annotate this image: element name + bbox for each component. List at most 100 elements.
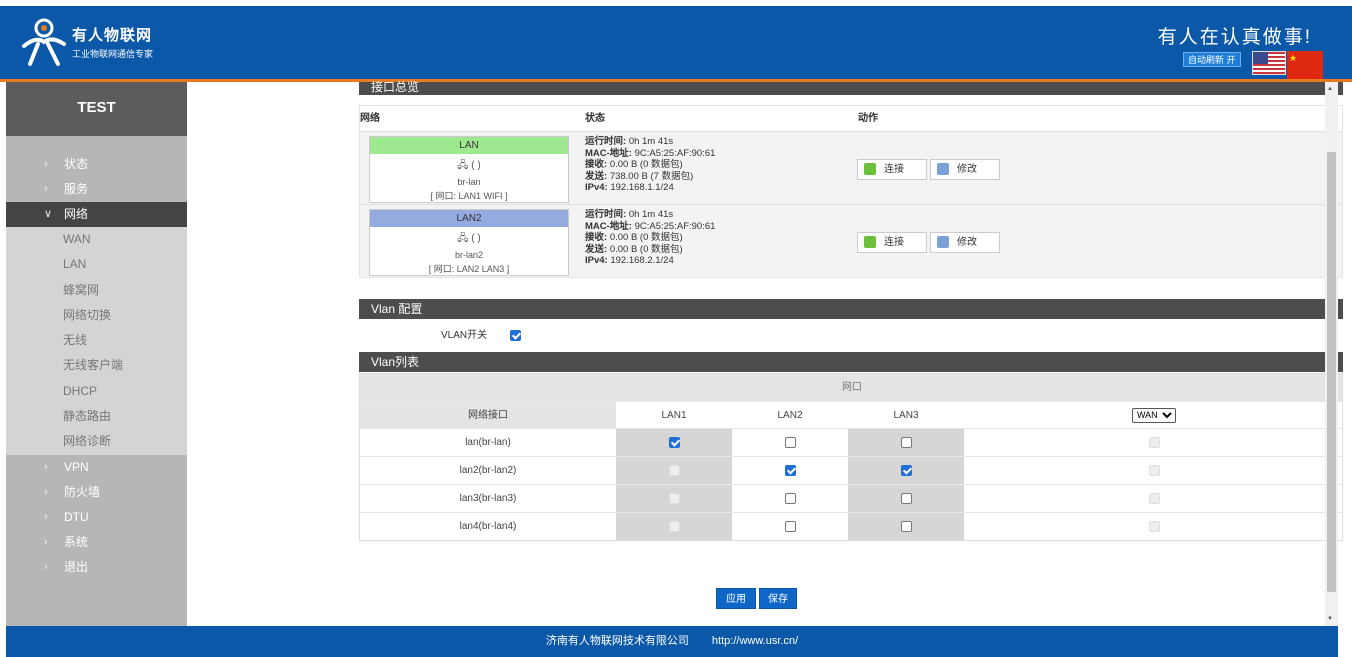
rx-value: 0.00 B (0 数据包) (609, 159, 683, 170)
sidebar-subitem-wireless-client[interactable]: 无线客户端 (6, 353, 187, 378)
interface-table-header: 网络 状态 动作 (360, 106, 1342, 131)
sidebar-item-logout[interactable]: › 退出 (6, 555, 187, 580)
vlan-port-checkbox[interactable] (900, 464, 912, 476)
vlan-port-cell (848, 485, 964, 512)
vertical-scrollbar[interactable]: ▲ ▼ (1325, 82, 1338, 626)
ipv4-value: 192.168.1.1/24 (610, 182, 674, 193)
vlan-port-checkbox[interactable] (900, 492, 912, 504)
sidebar: TEST › 状态 › 服务 ∨ 网络 WAN LAN 蜂窝网 网络切换 无线 无线客… (6, 82, 187, 626)
rx-label: 接收: (585, 232, 608, 243)
vlan-port-cell (616, 485, 732, 512)
port-icons: ( ) (471, 160, 481, 171)
sidebar-item-firewall[interactable]: › 防火墙 (6, 480, 187, 505)
sidebar-item-label: 状态 (64, 157, 89, 171)
vlan-port-checkbox[interactable] (900, 436, 912, 448)
vlan-port-checkbox[interactable] (784, 492, 796, 504)
scroll-up-icon[interactable]: ▲ (1327, 86, 1333, 92)
interface-ports: [ 网口: LAN1 WIFI ] (430, 191, 508, 201)
vlan-table-row: lan3(br-lan3) (360, 484, 1342, 512)
tx-label: 发送: (585, 170, 608, 182)
sidebar-subitem-net-switch[interactable]: 网络切换 (6, 303, 187, 328)
vlan-table-group-header: 网口 (360, 374, 1342, 401)
vlan-table-row: lan4(br-lan4) (360, 512, 1342, 540)
vlan-port-cell (964, 513, 1344, 540)
edit-button[interactable]: 修改 (930, 159, 1000, 180)
tx-value: 0.00 B (0 数据包) (609, 243, 683, 255)
rx-value: 0.00 B (0 数据包) (609, 232, 683, 243)
col-network: 网络 (360, 113, 380, 124)
sidebar-item-vpn[interactable]: › VPN (6, 455, 187, 480)
col-lan3: LAN3 (893, 410, 919, 421)
vlan-table: 网口 网络接口 LAN1 LAN2 LAN3 WAN lan(br-lan) la… (359, 373, 1343, 541)
vlan-iface-name: lan3(br-lan3) (459, 493, 517, 504)
mac-label: MAC-地址: (585, 147, 632, 159)
sidebar-subitem-lan[interactable]: LAN (6, 252, 187, 277)
tx-label: 发送: (585, 243, 608, 255)
sidebar-item-label: 退出 (64, 559, 89, 574)
scroll-down-icon[interactable]: ▼ (1327, 616, 1333, 622)
col-status: 状态 (585, 113, 605, 124)
english-flag-icon[interactable] (1252, 51, 1286, 75)
vlan-port-cell (616, 429, 732, 456)
vlan-port-cell (964, 485, 1344, 512)
uptime-value: 0h 1m 41s (628, 209, 674, 220)
sidebar-item-services[interactable]: › 服务 (6, 177, 187, 202)
vlan-port-checkbox[interactable] (784, 436, 796, 448)
connect-button[interactable]: 连接 (857, 159, 927, 180)
save-button[interactable]: 保存 (759, 588, 797, 609)
interface-name: LAN (370, 137, 568, 154)
vlan-port-checkbox (668, 520, 680, 532)
chevron-right-icon: › (44, 510, 48, 523)
interface-row-lan2: LAN2 🖧 ( ) br-lan2 [ 网口: LAN2 LAN3 ] 运行时… (360, 204, 1342, 276)
vlan-table-row: lan2(br-lan2) (360, 456, 1342, 484)
sidebar-item-status[interactable]: › 状态 (6, 152, 187, 177)
button-label: 修改 (957, 164, 977, 175)
vlan-port-checkbox[interactable] (784, 464, 796, 476)
col-network-iface: 网络接口 (360, 402, 616, 428)
vlan-switch-label: VLAN开关 (441, 330, 488, 341)
vlan-port-cell (732, 513, 848, 540)
vlan-port-cell (964, 429, 1344, 456)
vlan-port-checkbox (668, 464, 680, 476)
sidebar-item-system[interactable]: › 系统 (6, 530, 187, 555)
footer-url[interactable]: http://www.usr.cn/ (712, 635, 798, 647)
connect-icon (864, 163, 876, 176)
vlan-port-checkbox[interactable] (668, 436, 680, 448)
mac-value: 9C:A5:25:AF:90:61 (634, 220, 716, 232)
auto-refresh-toggle[interactable]: 自动刷新 开 (1183, 52, 1241, 67)
sidebar-item-network[interactable]: ∨ 网络 (6, 202, 187, 227)
vlan-port-cell (616, 457, 732, 484)
chinese-flag-icon[interactable]: ★ (1287, 51, 1323, 80)
sidebar-subitem-dhcp[interactable]: DHCP (6, 379, 187, 404)
col-action: 动作 (858, 113, 878, 124)
connect-icon (864, 236, 876, 249)
connect-button[interactable]: 连接 (857, 232, 927, 253)
interface-device: br-lan2 (454, 250, 483, 260)
sidebar-subitem-wan[interactable]: WAN (6, 227, 187, 252)
sidebar-subitem-static-route[interactable]: 静态路由 (6, 404, 187, 429)
edit-button[interactable]: 修改 (930, 232, 1000, 253)
rx-label: 接收: (585, 159, 608, 170)
wan-select[interactable]: WAN (1132, 407, 1176, 423)
vlan-port-checkbox (1148, 436, 1160, 448)
vlan-port-checkbox[interactable] (900, 520, 912, 532)
scroll-thumb[interactable] (1327, 152, 1336, 592)
sidebar-subitem-diagnostics[interactable]: 网络诊断 (6, 429, 187, 454)
vlan-port-checkbox[interactable] (784, 520, 796, 532)
apply-button[interactable]: 应用 (716, 588, 756, 609)
brand-name: 有人物联网 (72, 27, 153, 44)
sidebar-item-label: 系统 (64, 534, 89, 549)
sidebar-item-dtu[interactable]: › DTU (6, 505, 187, 530)
vlan-port-checkbox (1148, 492, 1160, 504)
vlan-switch-checkbox[interactable] (509, 329, 521, 341)
section-vlan-list-header: Vlan列表 (359, 352, 1343, 372)
uptime-label: 运行时间: (585, 136, 627, 147)
vlan-port-cell (848, 429, 964, 456)
sidebar-subitem-wireless[interactable]: 无线 (6, 328, 187, 353)
vlan-port-cell (732, 429, 848, 456)
chevron-right-icon: › (44, 158, 48, 170)
vlan-switch-row: VLAN开关 (441, 326, 521, 341)
edit-icon (937, 236, 949, 249)
mac-value: 9C:A5:25:AF:90:61 (634, 147, 716, 159)
sidebar-subitem-cellular[interactable]: 蜂窝网 (6, 278, 187, 303)
